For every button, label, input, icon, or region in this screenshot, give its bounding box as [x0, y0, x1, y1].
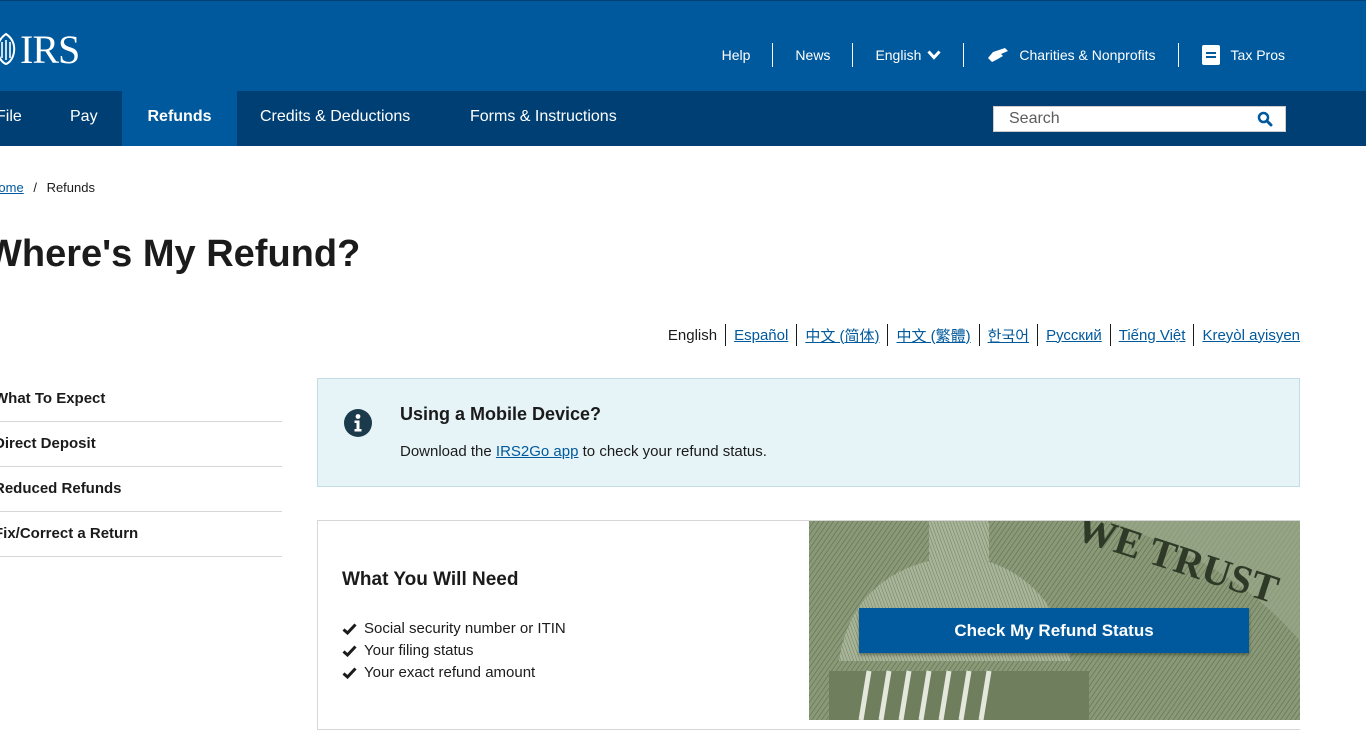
sidenav-direct-deposit[interactable]: Direct Deposit — [0, 422, 282, 467]
logo-text: IRS — [20, 26, 80, 72]
list-item: Social security number or ITIN — [342, 618, 566, 640]
breadcrumb: Home / Refunds — [0, 180, 95, 195]
requirements-list: Social security number or ITIN Your fili… — [342, 618, 566, 684]
chevron-down-icon — [927, 50, 941, 60]
lang-vietnamese[interactable]: Tiếng Việt — [1111, 327, 1194, 344]
tax-pros-link[interactable]: Tax Pros — [1179, 44, 1285, 66]
lang-russian[interactable]: Русский — [1038, 327, 1110, 344]
lang-spanish[interactable]: Español — [726, 327, 796, 344]
lang-chinese-traditional[interactable]: 中文 (繁體) — [888, 325, 978, 346]
irs2go-app-link[interactable]: IRS2Go app — [496, 443, 579, 460]
sidenav-fix-correct-return[interactable]: Fix/Correct a Return — [0, 512, 282, 557]
list-item: Your exact refund amount — [342, 662, 566, 684]
nav-file[interactable]: File — [0, 91, 22, 146]
card-title: What You Will Need — [342, 569, 519, 590]
search-box — [993, 106, 1286, 132]
checkmark-icon — [342, 623, 357, 635]
lang-english: English — [667, 326, 718, 344]
eagle-icon — [0, 32, 16, 66]
nav-forms-instructions[interactable]: Forms & Instructions — [470, 91, 617, 146]
lang-korean[interactable]: 한국어 — [980, 325, 1037, 346]
tax-pros-label: Tax Pros — [1230, 47, 1285, 63]
sidenav-reduced-refunds[interactable]: Reduced Refunds — [0, 467, 282, 512]
charities-link[interactable]: Charities & Nonprofits — [964, 46, 1177, 64]
list-item-text: Your filing status — [364, 642, 474, 659]
mobile-alert: Using a Mobile Device? Download the IRS2… — [317, 378, 1300, 487]
nav-refunds[interactable]: Refunds — [122, 91, 237, 146]
main-nav: File Pay Refunds Credits & Deductions Fo… — [0, 91, 1366, 146]
irs-logo[interactable]: IRS — [0, 26, 80, 72]
alert-body-suffix: to check your refund status. — [582, 443, 767, 460]
list-item-text: Social security number or ITIN — [364, 620, 566, 637]
news-link[interactable]: News — [773, 47, 852, 63]
document-icon — [1201, 45, 1220, 65]
alert-body-prefix: Download the — [400, 443, 492, 460]
checkmark-icon — [342, 645, 357, 657]
breadcrumb-current: Refunds — [46, 180, 95, 195]
list-item-text: Your exact refund amount — [364, 664, 536, 681]
check-refund-status-button[interactable]: Check My Refund Status — [859, 608, 1249, 653]
help-link[interactable]: Help — [700, 47, 773, 63]
lang-chinese-simplified[interactable]: 中文 (简体) — [797, 325, 887, 346]
search-icon[interactable] — [1257, 111, 1273, 127]
list-item: Your filing status — [342, 640, 566, 662]
breadcrumb-separator: / — [33, 180, 37, 195]
nav-credits-deductions[interactable]: Credits & Deductions — [260, 91, 410, 146]
sidenav-what-to-expect[interactable]: What To Expect — [0, 377, 282, 422]
utility-nav: Help News English Charities & Nonprofits… — [700, 43, 1285, 67]
alert-body: Download the IRS2Go app to check your re… — [400, 443, 767, 460]
info-icon — [344, 409, 372, 437]
language-label: English — [875, 47, 922, 63]
language-selector[interactable]: English — [853, 47, 963, 63]
search-input[interactable] — [994, 108, 1257, 130]
checkmark-icon — [342, 667, 357, 679]
language-switcher: English Español 中文 (简体) 中文 (繁體) 한국어 Русс… — [660, 324, 1300, 346]
alert-title: Using a Mobile Device? — [400, 404, 602, 424]
breadcrumb-home[interactable]: Home — [0, 180, 24, 195]
nav-pay[interactable]: Pay — [70, 91, 98, 146]
handshake-icon — [988, 48, 1009, 62]
side-nav: What To Expect Direct Deposit Reduced Re… — [0, 377, 282, 557]
charities-label: Charities & Nonprofits — [1019, 47, 1156, 63]
site-header: IRS Help News English Charities & Nonpro… — [0, 0, 1366, 91]
page-title: Where's My Refund? — [0, 233, 361, 275]
lang-haitian-creole[interactable]: Kreyòl ayisyen — [1194, 327, 1300, 344]
